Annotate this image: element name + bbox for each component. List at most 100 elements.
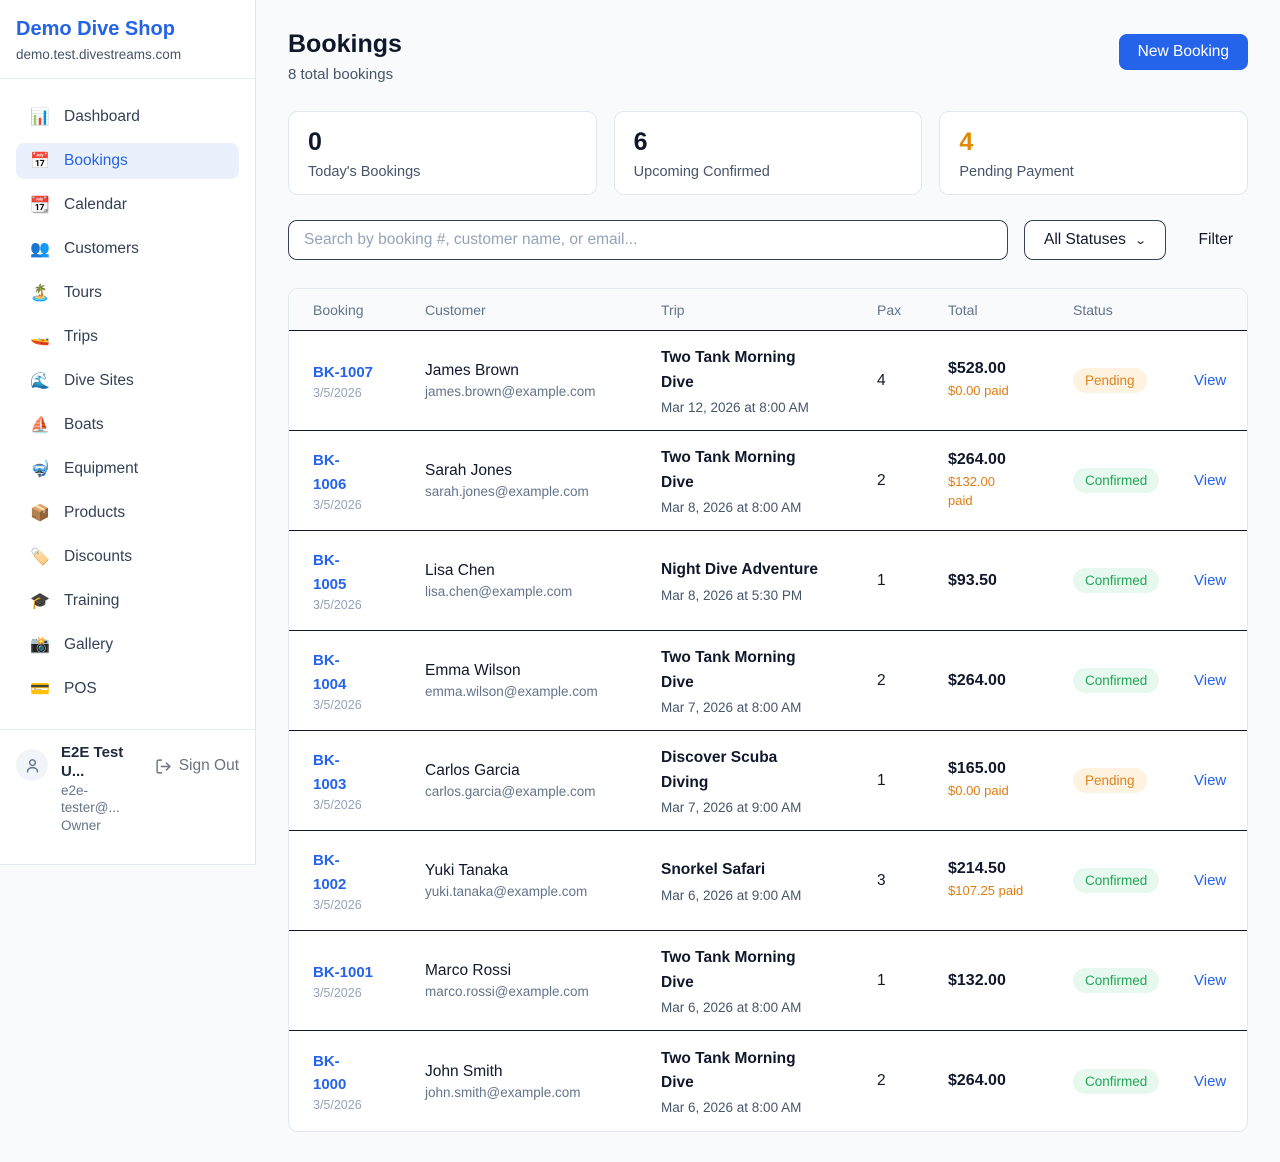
sidebar-item-dive-sites[interactable]: 🌊Dive Sites	[16, 363, 239, 399]
stat-label: Pending Payment	[959, 164, 1228, 180]
booking-date: 3/5/2026	[313, 986, 425, 1000]
view-link[interactable]: View	[1194, 872, 1226, 889]
trip-cell: Two Tank Morning DiveMar 6, 2026 at 8:00…	[661, 1047, 877, 1115]
trip-cell: Two Tank Morning DiveMar 6, 2026 at 8:00…	[661, 946, 877, 1014]
user-name: E2E Test U...	[61, 744, 142, 782]
main-content: Bookings 8 total bookings New Booking 0T…	[256, 0, 1280, 1162]
customer-email: john.smith@example.com	[425, 1085, 661, 1100]
user-footer: E2E Test U... e2e-tester@... Owner Sign …	[0, 729, 255, 854]
status-cell: Confirmed	[1073, 668, 1194, 693]
sidebar-item-tours[interactable]: 🏝️Tours	[16, 275, 239, 311]
total-cell: $132.00	[948, 972, 1073, 990]
sidebar-item-calendar[interactable]: 📆Calendar	[16, 187, 239, 223]
bookings-table: BookingCustomerTripPaxTotalStatus BK-100…	[288, 288, 1248, 1132]
sidebar-item-label: Gallery	[64, 636, 113, 654]
status-cell: Confirmed	[1073, 468, 1194, 493]
stat-card: 6Upcoming Confirmed	[614, 111, 923, 195]
booking-id-link[interactable]: BK- 1005	[313, 549, 425, 596]
table-row: BK- 10043/5/2026Emma Wilsonemma.wilson@e…	[289, 631, 1247, 731]
view-link[interactable]: View	[1194, 972, 1226, 989]
sidebar-item-customers[interactable]: 👥Customers	[16, 231, 239, 267]
sidebar-item-pos[interactable]: 💳POS	[16, 671, 239, 707]
new-booking-button[interactable]: New Booking	[1119, 34, 1248, 70]
customer-cell: Sarah Jonessarah.jones@example.com	[425, 462, 661, 499]
table-row: BK-10013/5/2026Marco Rossimarco.rossi@ex…	[289, 931, 1247, 1031]
sidebar-item-bookings[interactable]: 📅Bookings	[16, 143, 239, 179]
view-link[interactable]: View	[1194, 1073, 1226, 1090]
filter-button[interactable]: Filter	[1184, 223, 1248, 257]
sidebar-item-label: Equipment	[64, 460, 138, 478]
shop-header: Demo Dive Shop demo.test.divestreams.com	[0, 0, 255, 79]
stat-value: 0	[308, 129, 577, 157]
customer-name: Marco Rossi	[425, 962, 661, 980]
booking-id-link[interactable]: BK- 1004	[313, 649, 425, 696]
avatar	[16, 749, 48, 781]
sidebar-item-boats[interactable]: ⛵Boats	[16, 407, 239, 443]
status-cell: Pending	[1073, 368, 1194, 393]
total-cell: $165.00$0.00 paid	[948, 760, 1073, 801]
trip-name: Two Tank Morning Dive	[661, 946, 877, 994]
total-cell: $528.00$0.00 paid	[948, 360, 1073, 401]
user-email: e2e-tester@...	[61, 782, 142, 817]
status-select[interactable]: All Statuses ⌄	[1024, 220, 1166, 260]
sign-out-label: Sign Out	[179, 757, 239, 775]
package-icon: 📦	[30, 503, 50, 523]
sign-out-button[interactable]: Sign Out	[155, 757, 239, 775]
total-cell: $264.00	[948, 672, 1073, 690]
booking-id-link[interactable]: BK- 1003	[313, 749, 425, 796]
sidebar-item-equipment[interactable]: 🤿Equipment	[16, 451, 239, 487]
sidebar-item-dashboard[interactable]: 📊Dashboard	[16, 99, 239, 135]
sidebar-item-training[interactable]: 🎓Training	[16, 583, 239, 619]
sidebar-item-label: Trips	[64, 328, 98, 346]
trip-name: Night Dive Adventure	[661, 558, 877, 582]
customer-cell: John Smithjohn.smith@example.com	[425, 1063, 661, 1100]
column-header: Trip	[661, 302, 877, 318]
booking-cell: BK- 1003 3/5/2026	[313, 749, 425, 812]
trip-cell: Two Tank Morning DiveMar 12, 2026 at 8:0…	[661, 346, 877, 414]
view-link[interactable]: View	[1194, 472, 1226, 489]
customer-cell: Carlos Garciacarlos.garcia@example.com	[425, 762, 661, 799]
pax-value: 2	[877, 672, 948, 690]
pax-value: 1	[877, 772, 948, 790]
view-link[interactable]: View	[1194, 372, 1226, 389]
customer-cell: Emma Wilsonemma.wilson@example.com	[425, 662, 661, 699]
booking-cell: BK- 10003/5/2026	[313, 1050, 425, 1113]
booking-id-link[interactable]: BK-1001	[313, 961, 425, 984]
pax-value: 1	[877, 972, 948, 990]
credit-card-icon: 💳	[30, 679, 50, 699]
view-link[interactable]: View	[1194, 672, 1226, 689]
sidebar-item-products[interactable]: 📦Products	[16, 495, 239, 531]
view-link[interactable]: View	[1194, 572, 1226, 589]
sidebar-item-discounts[interactable]: 🏷️ Discounts	[16, 539, 239, 575]
trip-cell: Discover Scuba DivingMar 7, 2026 at 9:00…	[661, 746, 877, 814]
sidebar-item-gallery[interactable]: 📸Gallery	[16, 627, 239, 663]
trip-cell: Two Tank Morning DiveMar 8, 2026 at 8:00…	[661, 446, 877, 514]
status-cell: Confirmed	[1073, 568, 1194, 593]
logout-icon	[155, 758, 172, 775]
customer-name: Lisa Chen	[425, 562, 661, 580]
sidebar-item-trips[interactable]: 🚤Trips	[16, 319, 239, 355]
total-cell: $93.50	[948, 572, 1073, 590]
total-cell: $264.00$132.00 paid	[948, 451, 1073, 511]
paid-amount: $0.00 paid	[948, 382, 1073, 401]
view-link[interactable]: View	[1194, 772, 1226, 789]
status-badge: Confirmed	[1073, 968, 1159, 993]
trip-cell: Snorkel SafariMar 6, 2026 at 9:00 AM	[661, 858, 877, 902]
booking-cell: BK- 10063/5/2026	[313, 449, 425, 512]
booking-id-link[interactable]: BK- 1006	[313, 449, 425, 496]
booking-id-link[interactable]: BK- 1000	[313, 1050, 425, 1097]
booking-id-link[interactable]: BK-1007	[313, 361, 425, 384]
booking-date: 3/5/2026	[313, 1098, 425, 1112]
column-header: Pax	[877, 302, 948, 318]
trip-cell: Two Tank Morning DiveMar 7, 2026 at 8:00…	[661, 646, 877, 714]
sidebar: Demo Dive Shop demo.test.divestreams.com…	[0, 0, 256, 865]
paid-amount: $107.25 paid	[948, 882, 1073, 901]
search-input[interactable]	[288, 220, 1008, 260]
shop-domain: demo.test.divestreams.com	[16, 47, 239, 62]
booking-date: 3/5/2026	[313, 798, 425, 812]
stats-row: 0Today's Bookings6Upcoming Confirmed4Pen…	[288, 111, 1248, 195]
booking-id-link[interactable]: BK- 1002	[313, 849, 425, 896]
column-header: Total	[948, 302, 1073, 318]
label-tag-icon: 🏷️	[30, 547, 50, 567]
sidebar-item-label: Discounts	[64, 548, 132, 566]
